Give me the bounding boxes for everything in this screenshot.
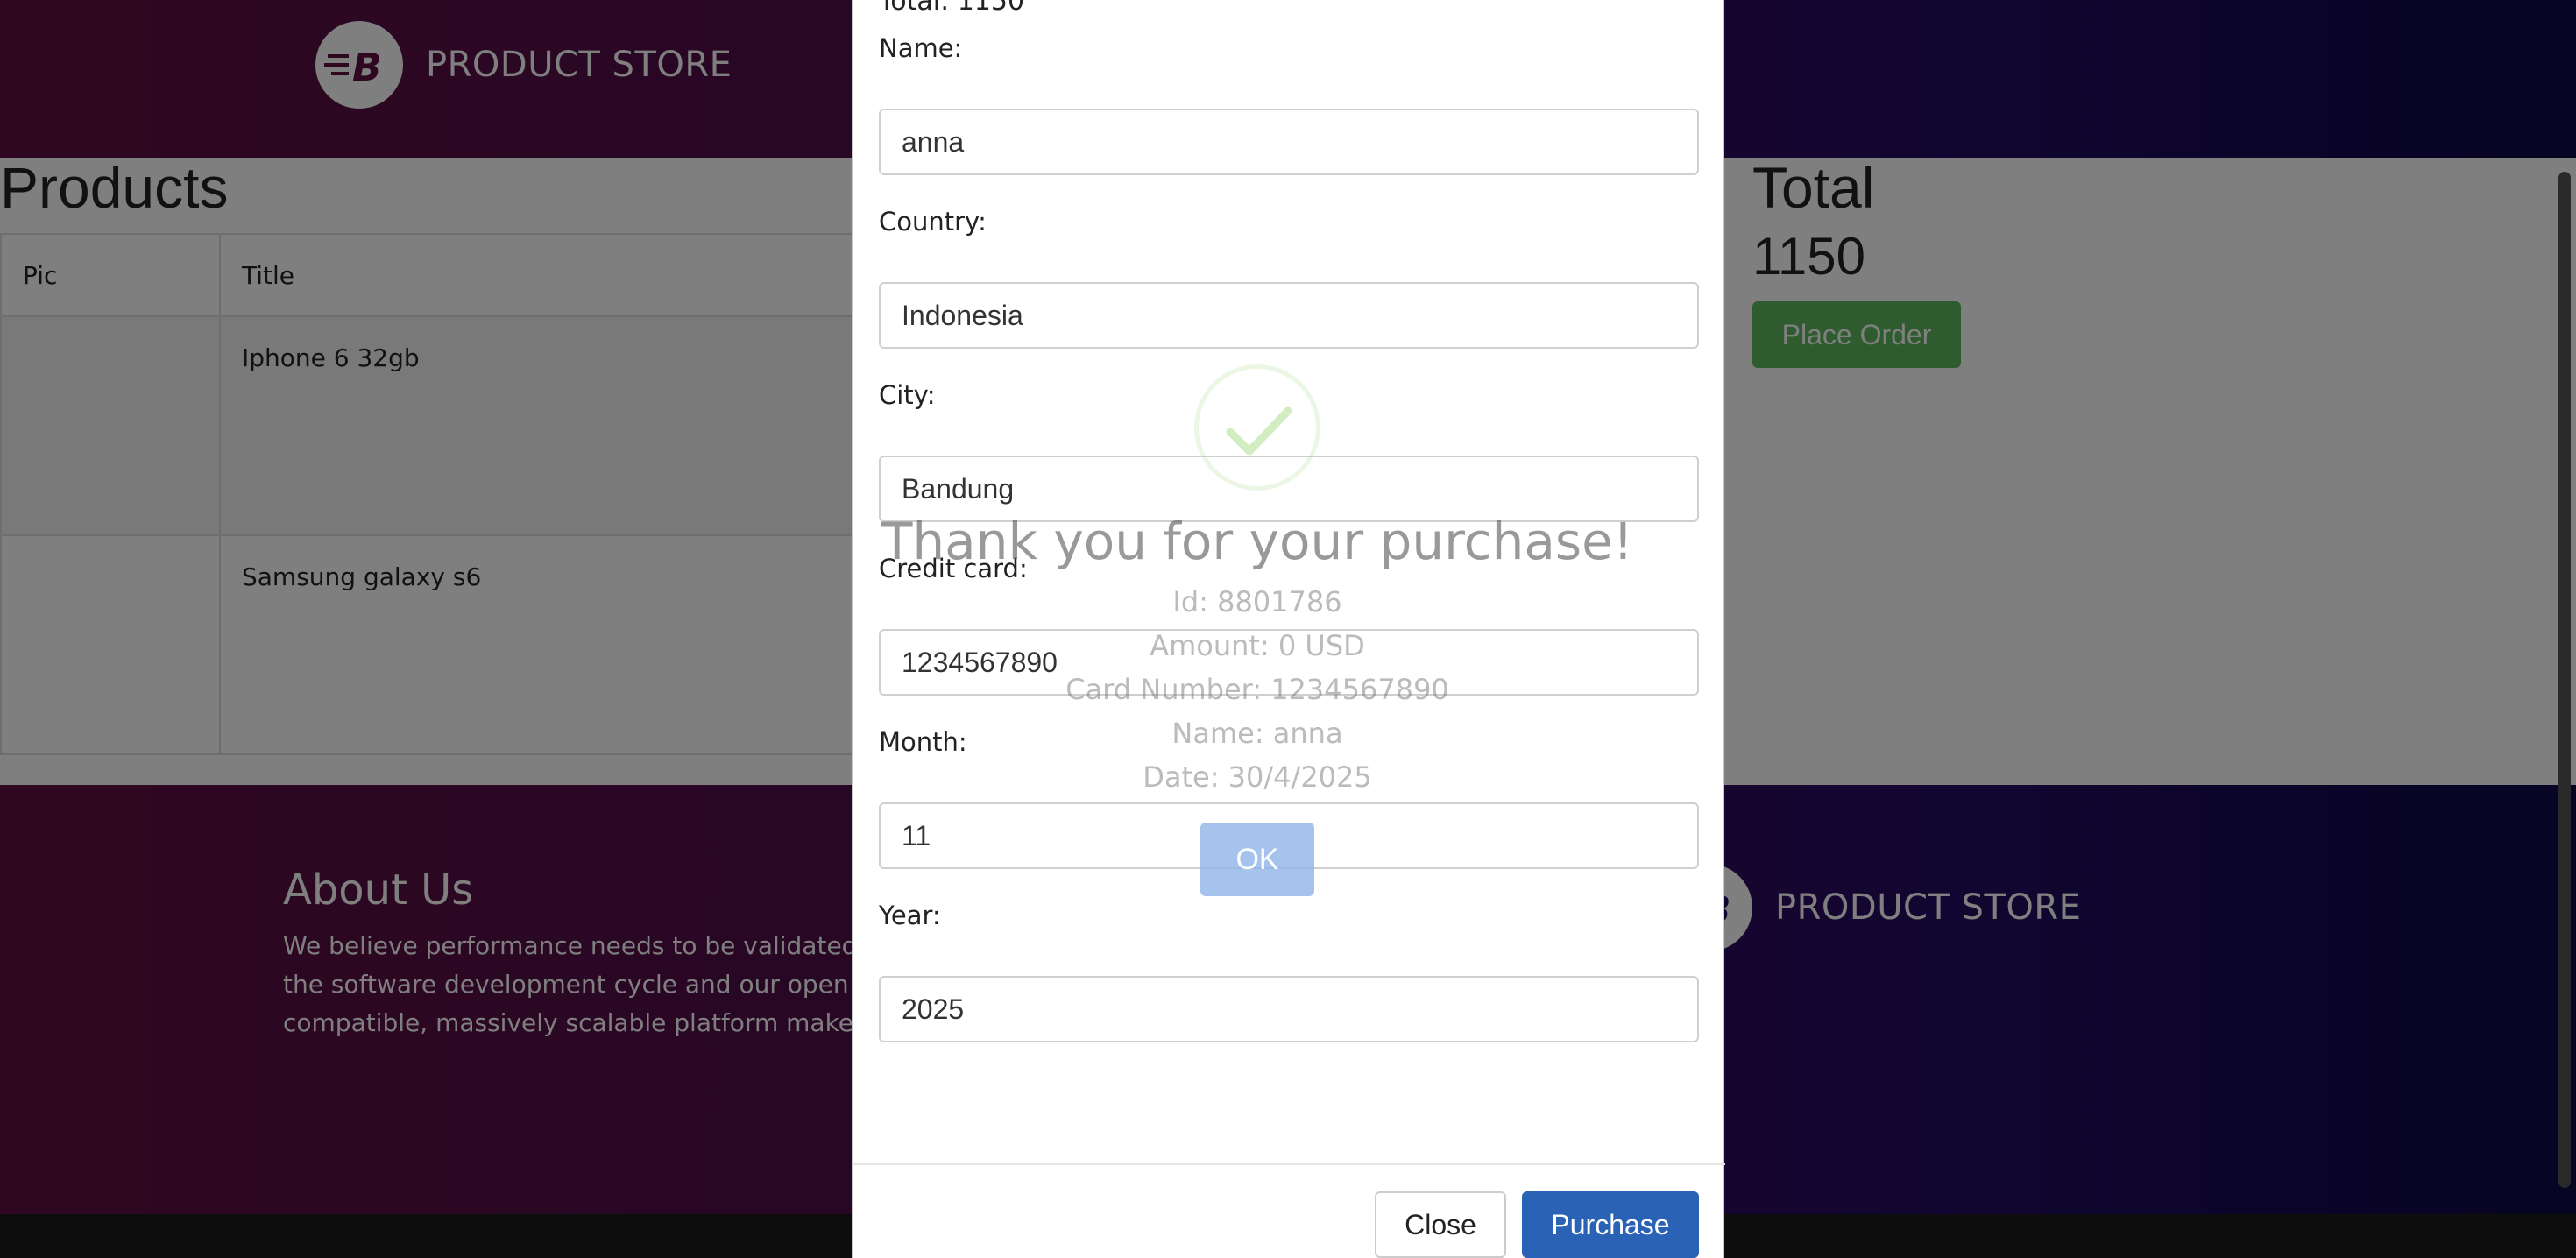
purchase-confirmation-alert: Thank you for your purchase! Id: 8801786…: [876, 350, 1638, 911]
name-input[interactable]: [879, 109, 1699, 175]
confirmation-details: Id: 8801786 Amount: 0 USD Card Number: 1…: [876, 580, 1638, 799]
year-input[interactable]: [879, 976, 1699, 1042]
modal-footer-divider: [853, 1163, 1725, 1165]
modal-total: Total: 1150: [879, 0, 1025, 17]
purchase-button[interactable]: Purchase: [1522, 1191, 1699, 1258]
page-scrollbar[interactable]: [2558, 172, 2571, 1188]
confirmation-name: Name: anna: [1171, 717, 1343, 750]
confirmation-id: Id: 8801786: [1172, 585, 1342, 618]
country-input[interactable]: [879, 282, 1699, 349]
confirmation-date: Date: 30/4/2025: [1143, 760, 1372, 794]
confirmation-title: Thank you for your purchase!: [881, 512, 1634, 571]
confirmation-amount: Amount: 0 USD: [1150, 629, 1365, 662]
country-label: Country:: [879, 207, 987, 237]
confirmation-card-number: Card Number: 1234567890: [1065, 673, 1449, 706]
checkmark-icon: [1194, 364, 1320, 491]
ok-button[interactable]: OK: [1200, 823, 1314, 896]
name-label: Name:: [879, 33, 963, 63]
close-button[interactable]: Close: [1375, 1191, 1506, 1258]
